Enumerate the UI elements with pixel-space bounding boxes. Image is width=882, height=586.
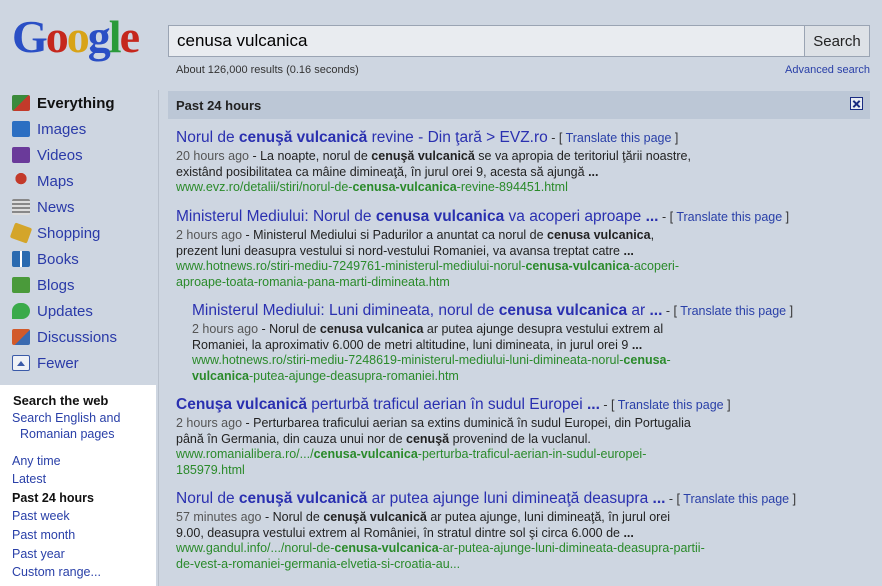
result-item: Ministerul Mediului: Norul de cenusa vul…: [176, 208, 789, 290]
books-icon: [12, 251, 30, 267]
translate-bracket: - [ Translate this page ]: [665, 304, 794, 318]
translate-link[interactable]: Translate this page: [676, 210, 782, 224]
nav-updates[interactable]: Updates: [0, 298, 158, 324]
search-button[interactable]: Search: [804, 25, 870, 57]
translate-link[interactable]: Translate this page: [683, 492, 789, 506]
news-icon: [12, 199, 30, 215]
translate-bracket: - [ Translate this page ]: [551, 131, 679, 145]
result-title-link[interactable]: Norul de cenuşă vulcanică ar putea ajung…: [176, 490, 665, 507]
result-url: www.gandul.info/.../norul-de-cenusa-vulc…: [176, 541, 705, 571]
search-input[interactable]: [169, 26, 804, 56]
translate-bracket: - [ Translate this page ]: [661, 210, 790, 224]
time-past-month[interactable]: Past month: [12, 528, 75, 542]
videos-icon: [12, 147, 30, 163]
result-stats: About 126,000 results (0.16 seconds): [176, 64, 359, 76]
result-title-link[interactable]: Ministerul Mediului: Norul de cenusa vul…: [176, 208, 658, 225]
result-item: Norul de cenuşă vulcanică ar putea ajung…: [176, 490, 796, 572]
nav-books[interactable]: Books: [0, 246, 158, 272]
advanced-search-link[interactable]: Advanced search: [785, 64, 870, 76]
search-english-romanian-link-2[interactable]: Romanian pages: [20, 427, 115, 441]
nav-blogs[interactable]: Blogs: [0, 272, 158, 298]
translate-link[interactable]: Translate this page: [566, 131, 672, 145]
result-item: Cenuşa vulcanică perturbă traficul aeria…: [176, 396, 731, 478]
images-icon: [12, 121, 30, 137]
nav-discussions[interactable]: Discussions: [0, 324, 158, 350]
search-box: [168, 25, 804, 57]
translate-bracket: - [ Translate this page ]: [603, 398, 731, 412]
updates-icon: [12, 303, 30, 319]
nav-shopping[interactable]: Shopping: [0, 220, 158, 246]
result-snippet: 2 hours ago - Perturbarea traficului aer…: [176, 416, 691, 446]
time-latest[interactable]: Latest: [12, 472, 46, 486]
time-filter-label: Past 24 hours: [176, 98, 262, 113]
discussions-icon: [12, 329, 30, 345]
nav-images[interactable]: Images: [0, 116, 158, 142]
google-logo[interactable]: Google: [12, 14, 140, 60]
close-icon[interactable]: [850, 97, 863, 110]
time-filter-bar: Past 24 hours: [168, 91, 870, 119]
result-snippet: 57 minutes ago - Norul de cenuşă vulcani…: [176, 510, 671, 540]
result-snippet: 2 hours ago - Ministerul Mediului si Pad…: [176, 228, 655, 258]
result-snippet: 20 hours ago - La noapte, norul de cenuş…: [176, 149, 691, 179]
result-title-link[interactable]: Norul de cenuşă vulcanică revine - Din ţ…: [176, 129, 548, 146]
nav-maps[interactable]: Maps: [0, 168, 158, 194]
search-web-heading[interactable]: Search the web: [13, 393, 108, 408]
nav-everything[interactable]: Everything: [0, 90, 158, 116]
result-snippet: 2 hours ago - Norul de cenusa vulcanica …: [192, 322, 664, 352]
translate-link[interactable]: Translate this page: [618, 398, 724, 412]
result-url: www.hotnews.ro/stiri-mediu-7248619-minis…: [192, 353, 671, 383]
everything-icon: [12, 95, 30, 111]
search-english-romanian-link[interactable]: Search English and: [12, 411, 120, 425]
time-past-week[interactable]: Past week: [12, 509, 70, 523]
blogs-icon: [12, 277, 30, 293]
result-item: Norul de cenuşă vulcanică revine - Din ţ…: [176, 129, 691, 196]
result-url: www.hotnews.ro/stiri-mediu-7249761-minis…: [176, 259, 679, 289]
shopping-icon: [9, 222, 33, 244]
left-nav: Everything Images Videos Maps News Shopp…: [0, 90, 158, 376]
translate-link[interactable]: Translate this page: [680, 304, 786, 318]
result-url: www.romanialibera.ro/.../cenusa-vulcanic…: [176, 447, 647, 477]
nav-news[interactable]: News: [0, 194, 158, 220]
result-url: www.evz.ro/detalii/stiri/norul-de-cenusa…: [176, 180, 568, 194]
time-past-year[interactable]: Past year: [12, 547, 65, 561]
search-tools-panel: Search the web Search English and Romani…: [0, 385, 156, 586]
result-title-link[interactable]: Ministerul Mediului: Luni dimineata, nor…: [192, 302, 662, 319]
nav-videos[interactable]: Videos: [0, 142, 158, 168]
nav-fewer[interactable]: Fewer: [0, 350, 158, 376]
result-title-link[interactable]: Cenuşa vulcanică perturbă traficul aeria…: [176, 396, 600, 413]
time-past-24-hours[interactable]: Past 24 hours: [12, 491, 94, 505]
nav-divider: [158, 90, 159, 586]
time-any[interactable]: Any time: [12, 454, 61, 468]
result-item-indented: Ministerul Mediului: Luni dimineata, nor…: [192, 302, 793, 384]
fewer-icon: [12, 355, 30, 371]
translate-bracket: - [ Translate this page ]: [668, 492, 797, 506]
maps-icon: [12, 173, 30, 189]
time-custom-range[interactable]: Custom range...: [12, 565, 101, 579]
